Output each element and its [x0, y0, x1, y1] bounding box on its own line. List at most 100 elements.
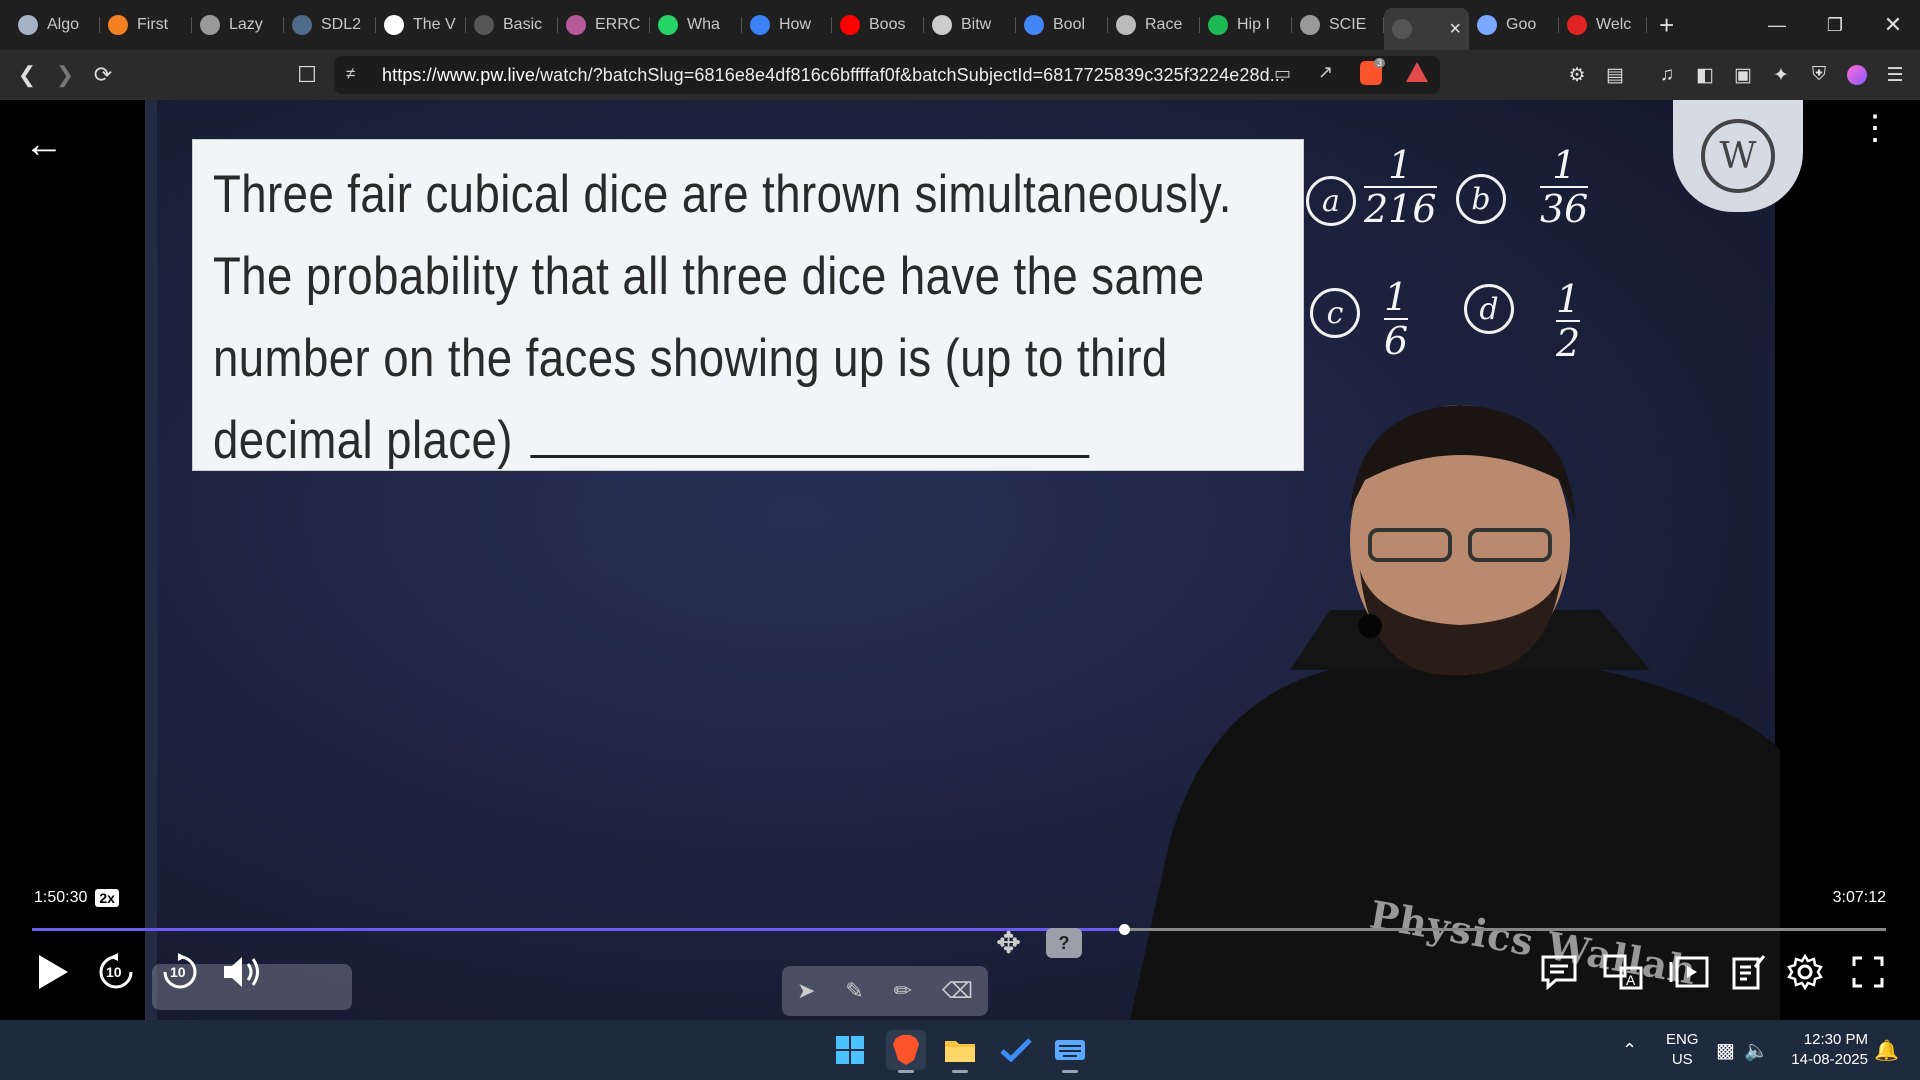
pointer-tool-icon[interactable]: ➤: [797, 978, 815, 1004]
browser-tab[interactable]: Boos: [832, 8, 924, 42]
playlist-button[interactable]: [1668, 948, 1710, 996]
browser-tab[interactable]: Bool: [1016, 8, 1108, 42]
progress-bar[interactable]: [32, 924, 1886, 935]
video-player[interactable]: Three fair cubical dice are thrown simul…: [0, 100, 1920, 1020]
browser-tab[interactable]: Race: [1108, 8, 1200, 42]
brush-tool-icon[interactable]: ✎: [845, 978, 863, 1004]
orkg-icon: [932, 15, 952, 35]
reader-mode-icon[interactable]: ▤: [1604, 64, 1626, 86]
browser-tab[interactable]: Hip I: [1200, 8, 1292, 42]
browser-tab[interactable]: First: [100, 8, 192, 42]
browser-tab[interactable]: ERRC: [558, 8, 650, 42]
translate-button[interactable]: A: [1602, 948, 1644, 996]
cast-icon[interactable]: ▭: [1274, 63, 1291, 84]
globe-icon: [1300, 15, 1320, 35]
google-icon: [1024, 15, 1044, 35]
option-b-den: 36: [1540, 187, 1589, 231]
browser-tab[interactable]: Welc: [1559, 8, 1647, 42]
reload-icon[interactable]: ⟳: [84, 56, 122, 94]
back-nav-icon[interactable]: ❮: [8, 56, 46, 94]
close-tab-icon[interactable]: ×: [1449, 18, 1461, 41]
browser-tab[interactable]: Basic: [466, 8, 558, 42]
chat-button[interactable]: [1538, 948, 1580, 996]
bookmark-icon[interactable]: ☐: [288, 56, 326, 94]
profile-icon[interactable]: [1846, 64, 1868, 86]
browser-toolbar: ❮ ❯ ⟳ ☐ ≠ https://www.pw.live/watch/?bat…: [0, 50, 1920, 100]
progress-knob[interactable]: [1119, 924, 1130, 935]
move-icon[interactable]: ✥: [996, 926, 1021, 961]
start-button[interactable]: [830, 1030, 870, 1070]
option-c-label: c: [1310, 288, 1360, 338]
extensions-icon[interactable]: ⚙: [1566, 64, 1588, 86]
tray-overflow-icon[interactable]: ⌃: [1622, 1020, 1637, 1080]
eraser-tool-icon[interactable]: ⌫: [942, 978, 973, 1004]
question-line-2: The probability that all three dice have…: [213, 247, 1205, 306]
leo-ai-icon[interactable]: ✦: [1770, 64, 1792, 86]
browser-tab[interactable]: The V: [376, 8, 466, 42]
answer-blank: [530, 448, 1090, 458]
restore-button[interactable]: ❐: [1806, 0, 1864, 50]
spotify-icon: [1208, 15, 1228, 35]
playlist-icon: [1669, 956, 1709, 988]
wallet-icon[interactable]: ▣: [1732, 64, 1754, 86]
clock[interactable]: 12:30 PM 14-08-2025: [1780, 1020, 1868, 1080]
taskbar-keyboard[interactable]: [1050, 1030, 1090, 1073]
settings-button[interactable]: [1782, 948, 1828, 996]
address-bar[interactable]: ≠ https://www.pw.live/watch/?batchSlug=6…: [334, 56, 1440, 94]
vpn-icon[interactable]: ⛨: [1808, 64, 1830, 86]
play-button[interactable]: [30, 948, 76, 996]
tab-title: First: [137, 16, 169, 33]
browser-tab[interactable]: Bitw: [924, 8, 1016, 42]
help-button[interactable]: ?: [1046, 928, 1082, 958]
language-indicator[interactable]: ENG US: [1666, 1020, 1699, 1080]
brave-rewards-icon[interactable]: [1406, 62, 1428, 82]
taskbar-todo[interactable]: [996, 1030, 1036, 1070]
browser-tab[interactable]: ×: [1384, 8, 1469, 50]
sdl-icon: [292, 15, 312, 35]
notes-button[interactable]: [1728, 948, 1770, 996]
option-d-label: d: [1464, 284, 1514, 334]
url-text[interactable]: https://www.pw.live/watch/?batchSlug=681…: [382, 65, 1285, 86]
pw-logo: W: [1673, 100, 1803, 212]
running-indicator: [898, 1070, 914, 1073]
forward-nav-icon[interactable]: ❯: [46, 56, 84, 94]
forward-10-button[interactable]: 10: [158, 948, 202, 996]
browser-tab[interactable]: SDL2: [284, 8, 376, 42]
pen-tool-icon[interactable]: ✏: [894, 978, 912, 1004]
sidebar-icon[interactable]: ◧: [1694, 64, 1716, 86]
media-icon[interactable]: ♫: [1656, 64, 1678, 86]
back-arrow-icon[interactable]: ←: [24, 122, 64, 167]
browser-tab[interactable]: Wha: [650, 8, 742, 42]
rewind-10-button[interactable]: 10: [94, 948, 138, 996]
browser-tab[interactable]: Goo: [1469, 8, 1559, 42]
play-icon: [39, 955, 68, 989]
more-options-icon[interactable]: ⋮: [1858, 111, 1892, 145]
site-settings-icon[interactable]: ≠: [346, 64, 355, 84]
minimize-button[interactable]: —: [1748, 0, 1806, 50]
network-icon[interactable]: ▩: [1716, 1020, 1735, 1080]
taskbar-brave[interactable]: [886, 1030, 926, 1073]
fullscreen-icon: [1852, 956, 1884, 988]
tab-title: Lazy: [229, 16, 263, 33]
menu-icon[interactable]: ☰: [1884, 64, 1906, 86]
notification-bell-icon[interactable]: 🔔: [1874, 1020, 1899, 1080]
tab-title: Welc: [1596, 16, 1632, 33]
language-bottom: US: [1671, 1051, 1693, 1068]
stackoverflow-icon: [108, 15, 128, 35]
tab-title: Algo: [47, 16, 80, 33]
speaker-icon[interactable]: 🔈: [1744, 1020, 1769, 1080]
fullscreen-button[interactable]: [1846, 948, 1890, 996]
browser-tab[interactable]: Algo: [10, 8, 100, 42]
close-window-button[interactable]: ✕: [1864, 0, 1920, 50]
browser-tab[interactable]: Lazy: [192, 8, 284, 42]
volume-button[interactable]: [218, 948, 268, 996]
windows-taskbar: ⌃ ENG US ▩ 🔈 12:30 PM 14-08-2025 🔔: [0, 1020, 1920, 1080]
taskbar-file-explorer[interactable]: [940, 1030, 980, 1073]
browser-tab[interactable]: SCIE: [1292, 8, 1384, 42]
browser-tab[interactable]: How: [742, 8, 832, 42]
windows-start-icon: [836, 1036, 864, 1064]
speed-badge[interactable]: 2x: [95, 889, 119, 907]
share-icon[interactable]: ↗: [1318, 62, 1333, 83]
new-tab-button[interactable]: +: [1647, 10, 1686, 41]
volume-icon: [224, 957, 259, 987]
